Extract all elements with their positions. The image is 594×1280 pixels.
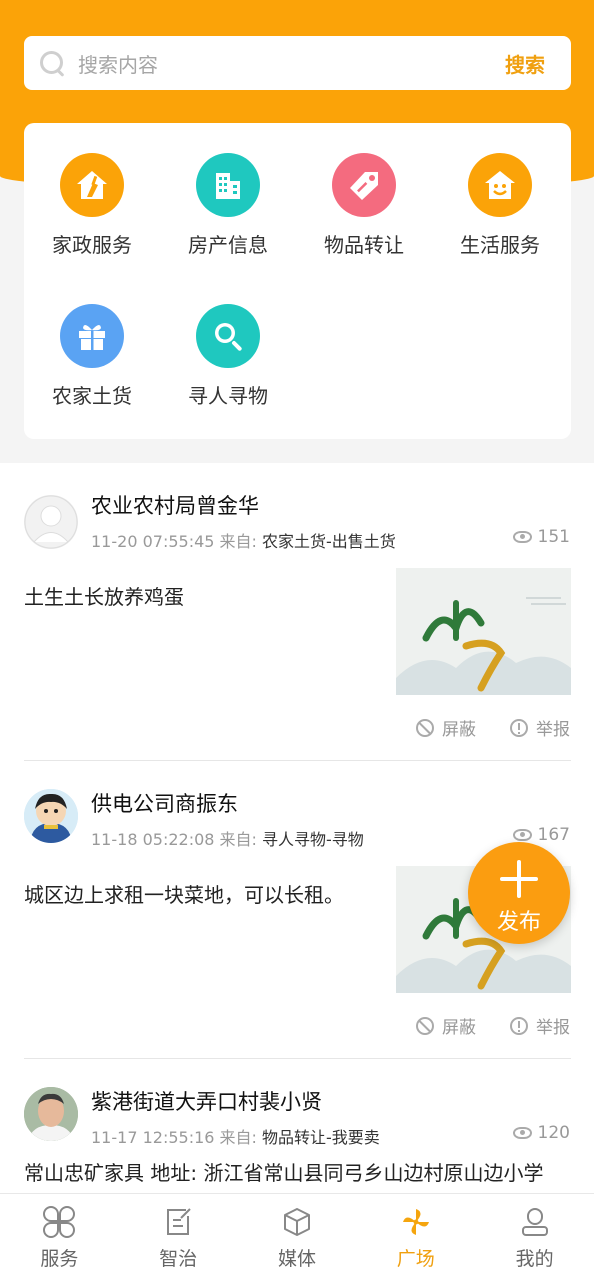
building-icon (196, 153, 260, 217)
post-meta: 11-17 12:55:16 来自: 物品转让-我要卖 (91, 1124, 380, 1148)
user-icon (519, 1206, 551, 1238)
report-label: 举报 (536, 720, 570, 740)
smile-house-icon (468, 153, 532, 217)
category-real-estate[interactable]: 房产信息 (160, 153, 296, 258)
avatar[interactable] (24, 1087, 78, 1141)
category-label: 房产信息 (188, 233, 268, 257)
block-label: 屏蔽 (442, 1018, 476, 1038)
report-icon (510, 1016, 528, 1035)
gift-icon (60, 304, 124, 368)
post-source: 农家土货-出售土货 (262, 532, 396, 551)
plus-icon (500, 860, 538, 898)
avatar[interactable] (24, 495, 78, 549)
view-count: 151 (512, 527, 570, 547)
post-from-label: 来自: (219, 532, 257, 551)
post-author[interactable]: 紫港街道大弄口村裴小贤 (91, 1086, 322, 1116)
price-tag-icon (332, 153, 396, 217)
divider (24, 1058, 571, 1059)
tab-label: 服务 (40, 1248, 79, 1270)
tab-services[interactable]: 服务 (0, 1194, 119, 1280)
report-icon (510, 718, 528, 737)
category-label: 寻人寻物 (188, 384, 268, 408)
post-time: 11-17 12:55:16 (91, 1128, 215, 1147)
search-bar[interactable]: 搜索内容 搜索 (24, 36, 571, 90)
search-button[interactable]: 搜索 (505, 49, 545, 78)
post-meta: 11-20 07:55:45 来自: 农家土货-出售土货 (91, 528, 396, 552)
block-button[interactable]: 屏蔽 (416, 1013, 476, 1038)
category-life-service[interactable]: 生活服务 (432, 153, 568, 258)
view-count: 120 (512, 1123, 570, 1143)
post-from-label: 来自: (219, 830, 257, 849)
category-label: 农家土货 (52, 384, 132, 408)
category-label: 生活服务 (460, 233, 540, 257)
report-label: 举报 (536, 1018, 570, 1038)
view-count-value: 151 (537, 527, 570, 547)
category-item-transfer[interactable]: 物品转让 (296, 153, 432, 258)
cube-icon (281, 1206, 313, 1238)
tab-label: 我的 (515, 1248, 554, 1270)
eye-icon (512, 1127, 532, 1139)
post-time: 11-18 05:22:08 (91, 830, 215, 849)
divider (24, 760, 571, 761)
tab-label: 智治 (159, 1248, 198, 1270)
post-actions: 屏蔽 举报 (416, 715, 570, 740)
block-icon (416, 718, 434, 737)
post-meta: 11-18 05:22:08 来自: 寻人寻物-寻物 (91, 826, 364, 850)
category-housekeeping[interactable]: 家政服务 (24, 153, 160, 258)
report-button[interactable]: 举报 (510, 715, 570, 740)
eye-icon (512, 531, 532, 543)
block-icon (416, 1016, 434, 1035)
post-feed: 农业农村局曾金华 11-20 07:55:45 来自: 农家土货-出售土货 15… (0, 463, 594, 1193)
search-icon (38, 49, 66, 77)
post-source: 物品转让-我要卖 (262, 1128, 380, 1147)
category-grid: 家政服务 房产信息 物品转让 生活服务 农家土货 寻人寻物 (24, 123, 571, 439)
post-text[interactable]: 城区边上求租一块菜地，可以长租。 (24, 879, 344, 908)
category-label: 物品转让 (324, 233, 404, 257)
magnifier-icon (196, 304, 260, 368)
edit-note-icon (162, 1206, 194, 1238)
publish-button[interactable]: 发布 (468, 842, 570, 944)
tab-governance[interactable]: 智治 (119, 1194, 238, 1280)
tab-mine[interactable]: 我的 (475, 1194, 594, 1280)
post-source: 寻人寻物-寻物 (262, 830, 364, 849)
tab-label: 媒体 (277, 1248, 316, 1270)
view-count-value: 167 (537, 825, 570, 845)
post-from-label: 来自: (219, 1128, 257, 1147)
tab-square[interactable]: 广场 (356, 1194, 475, 1280)
post-text[interactable]: 土生土长放养鸡蛋 (24, 581, 184, 610)
post-image[interactable] (396, 568, 571, 695)
block-button[interactable]: 屏蔽 (416, 715, 476, 740)
pinwheel-icon (400, 1206, 432, 1238)
post-time: 11-20 07:55:45 (91, 532, 215, 551)
post-text[interactable]: 常山忠矿家具 地址: 浙江省常山县同弓乡山边村原山边小学 (24, 1157, 543, 1186)
post-actions: 屏蔽 举报 (416, 1013, 570, 1038)
bottom-tab-bar: 服务 智治 媒体 广场 我的 (0, 1193, 594, 1280)
category-label: 家政服务 (52, 233, 132, 257)
eye-icon (512, 829, 532, 841)
grid-petals-icon (43, 1206, 76, 1238)
post-author[interactable]: 农业农村局曾金华 (91, 490, 259, 520)
post-author[interactable]: 供电公司商振东 (91, 788, 238, 818)
block-label: 屏蔽 (442, 720, 476, 740)
view-count-value: 120 (537, 1123, 570, 1143)
broom-house-icon (60, 153, 124, 217)
category-farm-goods[interactable]: 农家土货 (24, 304, 160, 409)
search-input[interactable]: 搜索内容 (78, 49, 505, 78)
publish-label: 发布 (496, 910, 541, 935)
tab-media[interactable]: 媒体 (238, 1194, 357, 1280)
tab-label: 广场 (396, 1248, 435, 1270)
avatar[interactable] (24, 789, 78, 843)
category-lost-found[interactable]: 寻人寻物 (160, 304, 296, 409)
report-button[interactable]: 举报 (510, 1013, 570, 1038)
